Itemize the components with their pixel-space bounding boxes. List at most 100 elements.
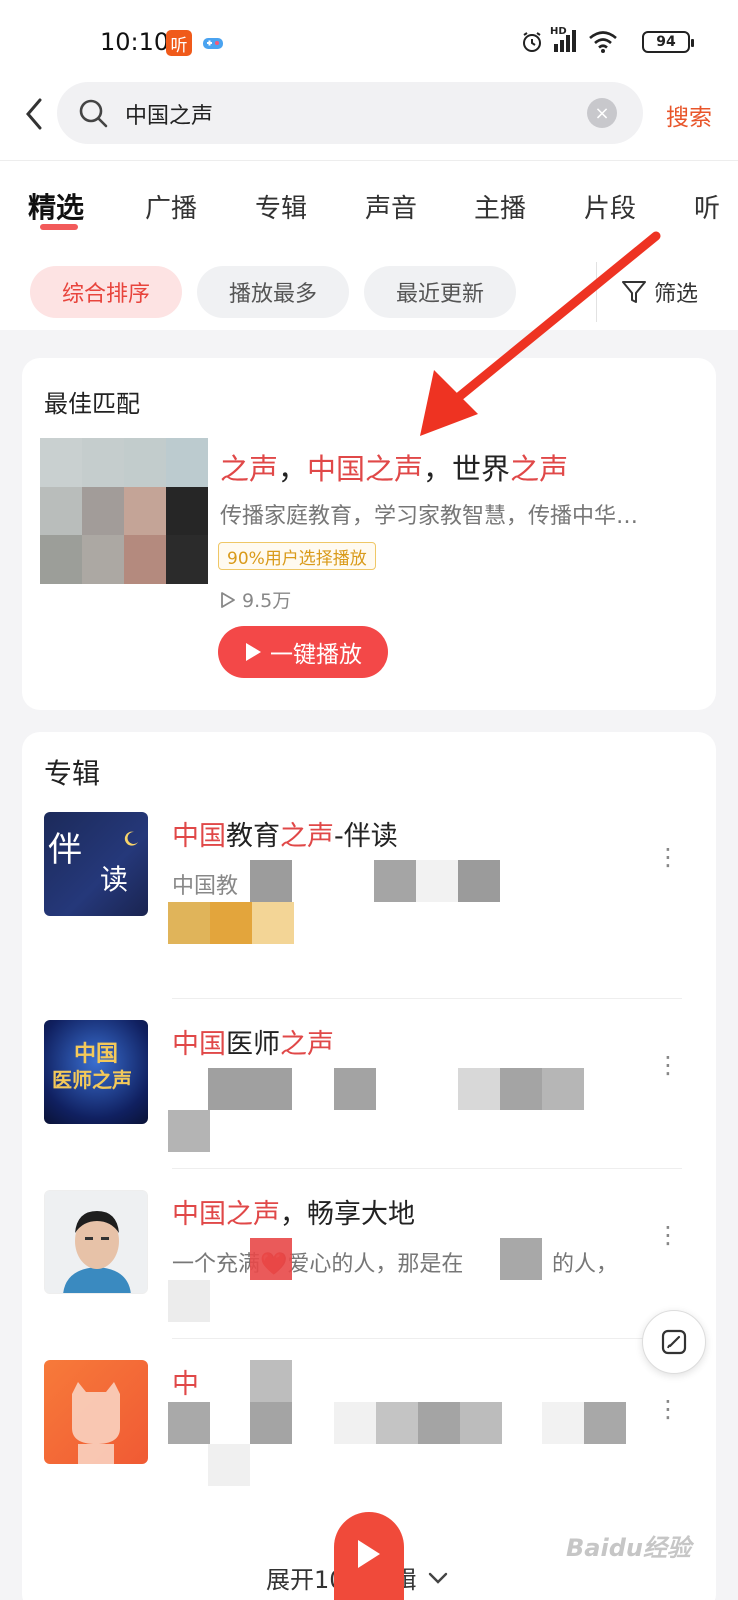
ting-app-icon: 听 bbox=[166, 30, 192, 56]
more-icon[interactable]: ⋮ bbox=[656, 1223, 680, 1247]
one-click-play-button[interactable]: 一键播放 bbox=[218, 626, 388, 678]
best-match-description: 传播家庭教育，学习家教智慧，传播中华… bbox=[220, 504, 639, 529]
blur-block bbox=[250, 860, 292, 902]
title-part: 中国 bbox=[172, 821, 226, 852]
blur-block bbox=[334, 1402, 502, 1444]
album-item[interactable]: 中 ⋮ bbox=[22, 1360, 716, 1520]
sort-chip-comprehensive[interactable]: 综合排序 bbox=[30, 266, 182, 318]
filter-label: 筛选 bbox=[654, 282, 699, 307]
blur-block bbox=[168, 1280, 210, 1322]
tab-guangbo[interactable]: 广播 bbox=[145, 188, 197, 225]
album-title: 中 bbox=[172, 1362, 199, 1401]
tab-shengyin[interactable]: 声音 bbox=[365, 188, 417, 225]
more-icon[interactable]: ⋮ bbox=[656, 1053, 680, 1077]
title-part: 中 bbox=[172, 1369, 199, 1400]
search-query[interactable]: 中国之声 bbox=[125, 98, 213, 130]
album-title: 中国教育之声-伴读 bbox=[172, 814, 398, 853]
chevron-left-icon bbox=[26, 98, 42, 130]
blur-block bbox=[208, 1444, 250, 1486]
tab-jingxuan[interactable]: 精选 bbox=[28, 186, 84, 226]
blur-block bbox=[500, 1238, 542, 1280]
sort-chip-recently-updated[interactable]: 最近更新 bbox=[364, 266, 516, 318]
title-part: 医师 bbox=[226, 1029, 280, 1060]
battery-indicator: 94 bbox=[642, 31, 694, 53]
album-title: 中国医师之声 bbox=[172, 1022, 334, 1061]
best-match-name[interactable]: 之声，中国之声，世界之声 bbox=[220, 446, 568, 488]
edit-icon bbox=[661, 1329, 687, 1355]
player-play-button[interactable] bbox=[334, 1512, 404, 1600]
watermark-logo: Baidu经验 bbox=[566, 1534, 691, 1562]
name-part: 之声 bbox=[220, 452, 279, 486]
album-cover bbox=[44, 1360, 148, 1464]
category-tabs: 精选 广播 专辑 声音 主播 片段 听 bbox=[0, 178, 738, 238]
blur-block bbox=[250, 1360, 292, 1402]
title-part: 教育 bbox=[226, 821, 280, 852]
name-part: ， bbox=[278, 452, 308, 486]
best-match-cover bbox=[40, 438, 208, 584]
album-subtitle: 中国教 bbox=[172, 874, 239, 899]
title-part: 中国 bbox=[172, 1029, 226, 1060]
search-icon bbox=[77, 97, 109, 133]
search-input[interactable]: 中国之声 × bbox=[57, 82, 643, 144]
album-item[interactable]: 中国 医师之声 中国医师之声 ⋮ bbox=[22, 1020, 716, 1180]
album-cover: 中国 医师之声 bbox=[44, 1020, 148, 1124]
album-divider bbox=[172, 1168, 682, 1169]
blur-block bbox=[168, 902, 294, 944]
wifi-icon bbox=[588, 30, 618, 58]
sort-chip-most-played[interactable]: 播放最多 bbox=[197, 266, 349, 318]
more-icon[interactable]: ⋮ bbox=[656, 1397, 680, 1421]
blur-block bbox=[458, 860, 500, 902]
album-subtitle: 一个充满❤️爱心的人，那是在 bbox=[172, 1252, 464, 1277]
tab-ting[interactable]: 听 bbox=[694, 188, 720, 225]
play-button-label: 一键播放 bbox=[270, 642, 362, 668]
play-rate-badge: 90%用户选择播放 bbox=[218, 542, 376, 570]
album-cover: 伴 读 bbox=[44, 812, 148, 916]
album-divider bbox=[172, 998, 682, 999]
clear-icon[interactable]: × bbox=[587, 98, 617, 128]
blur-block bbox=[168, 1110, 210, 1152]
play-count-icon bbox=[221, 591, 235, 608]
album-subtitle-tail: 的人， bbox=[552, 1252, 619, 1277]
network-label: HD bbox=[550, 26, 567, 37]
albums-title: 专辑 bbox=[44, 757, 101, 790]
album-divider bbox=[172, 1338, 682, 1339]
signal-icon: HD bbox=[550, 26, 580, 58]
blur-block bbox=[250, 1238, 292, 1280]
album-item[interactable]: 中国之声，畅享大地 一个充满❤️爱心的人，那是在 的人， ⋮ bbox=[22, 1190, 716, 1350]
filter-button[interactable]: 筛选 bbox=[620, 276, 698, 308]
blur-block bbox=[542, 1402, 626, 1444]
play-icon bbox=[246, 643, 261, 661]
blur-block bbox=[416, 860, 458, 902]
album-item[interactable]: 伴 读 中国教育之声-伴读 中国教 ⋮ bbox=[22, 812, 716, 1012]
name-part: ，世界 bbox=[423, 452, 511, 486]
blur-block bbox=[334, 1068, 376, 1110]
blur-block bbox=[458, 1068, 584, 1110]
title-part: 之声 bbox=[280, 1029, 334, 1060]
status-time: 10:10 bbox=[100, 28, 170, 56]
album-cover bbox=[44, 1190, 148, 1294]
status-bar: 10:10 听 HD 94 bbox=[0, 0, 738, 86]
title-part: 之声 bbox=[280, 821, 334, 852]
play-count-value: 9.5万 bbox=[242, 590, 292, 612]
edit-float-button[interactable] bbox=[642, 1310, 706, 1374]
tab-pianduan[interactable]: 片段 bbox=[584, 188, 636, 225]
search-button[interactable]: 搜索 bbox=[666, 98, 712, 132]
alarm-icon bbox=[520, 30, 544, 58]
back-button[interactable] bbox=[20, 94, 50, 134]
cover-text: 伴 bbox=[48, 830, 82, 870]
best-match-card[interactable]: 最佳匹配 之声，中国之声，世界之声 传播家庭教育，学习家教智慧，传播中华… 90… bbox=[22, 358, 716, 710]
cover-text: 医师之声 bbox=[52, 1068, 132, 1092]
title-part: 中国之声 bbox=[172, 1199, 280, 1230]
cat-mascot-icon bbox=[72, 1382, 120, 1464]
filter-icon bbox=[622, 281, 646, 303]
moon-icon bbox=[124, 831, 138, 846]
album-title: 中国之声，畅享大地 bbox=[172, 1192, 415, 1231]
tab-zhuanji[interactable]: 专辑 bbox=[255, 188, 307, 225]
active-tab-indicator bbox=[40, 224, 78, 230]
cover-text: 读 bbox=[100, 863, 129, 896]
chevron-down-icon bbox=[428, 1572, 447, 1584]
name-part: 中国之声 bbox=[307, 452, 424, 486]
more-icon[interactable]: ⋮ bbox=[656, 845, 680, 869]
best-match-title: 最佳匹配 bbox=[44, 390, 140, 418]
tab-zhubo[interactable]: 主播 bbox=[474, 188, 526, 225]
